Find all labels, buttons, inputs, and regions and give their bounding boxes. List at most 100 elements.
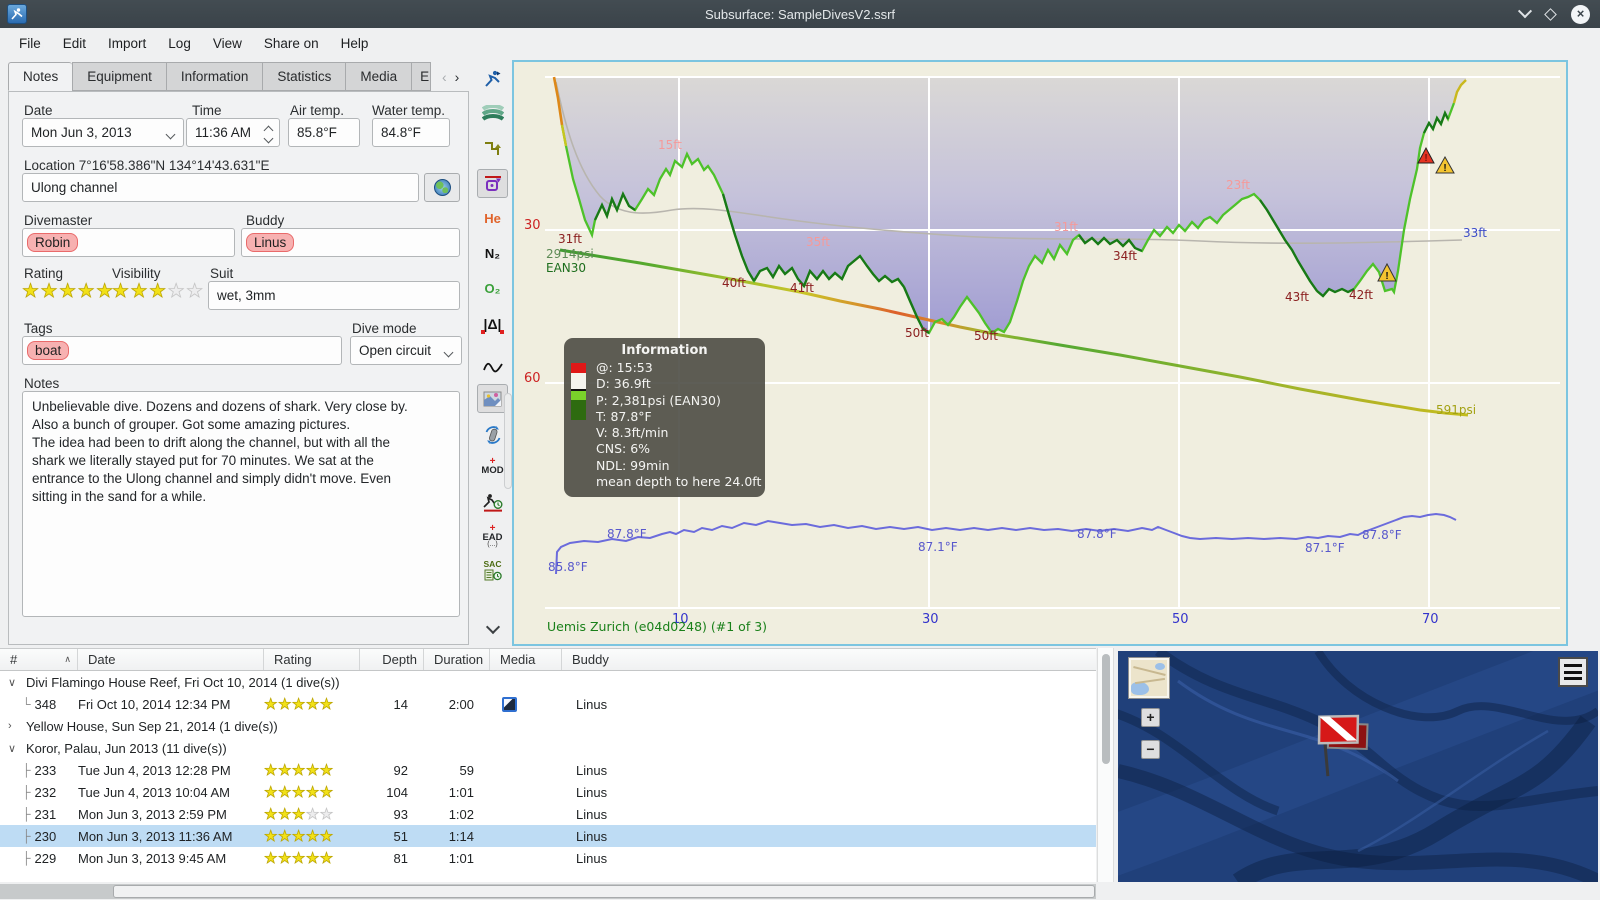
tooltip-title: Information <box>621 343 708 358</box>
column-header-number[interactable]: # ∧ <box>0 649 78 670</box>
tags-input[interactable]: boat <box>22 336 342 365</box>
visibility-stars[interactable]: ★★★★★ <box>112 280 205 303</box>
map-location-button[interactable] <box>424 173 460 202</box>
expander-icon[interactable]: › <box>8 720 20 732</box>
dive-number: 232 <box>34 784 57 800</box>
tab[interactable]: Statistics <box>262 62 346 91</box>
maximize-icon[interactable] <box>1544 7 1557 21</box>
dive-site-map[interactable]: + − <box>1118 651 1598 882</box>
tab[interactable]: E <box>411 62 432 91</box>
dc-ceiling-button[interactable] <box>477 169 508 198</box>
location-label: Location 7°16'58.386"N 134°14'43.631"E <box>24 158 270 173</box>
dc-reported-ceiling-button[interactable] <box>477 487 508 516</box>
water-temp-field[interactable]: 84.8°F <box>372 118 450 147</box>
menu-item[interactable]: Help <box>330 31 380 56</box>
delta-pressure-button[interactable]: |Δ| <box>477 309 508 338</box>
dive-row[interactable]: ├ 229 Mon Jun 3, 2013 9:45 AM ★★★★★ 81 1:… <box>0 847 1096 869</box>
column-header-duration[interactable]: Duration <box>424 649 490 670</box>
tooltip-row: CNS: 6% <box>596 441 651 457</box>
column-header-media[interactable]: Media <box>490 649 562 670</box>
dive-row[interactable]: ├ 230 Mon Jun 3, 2013 11:36 AM ★★★★★ 51 1… <box>0 825 1096 847</box>
chart-label: 50ft <box>905 326 929 340</box>
nitrogen-button[interactable]: N₂ <box>477 239 508 268</box>
air-temp-field[interactable]: 85.8°F <box>288 118 360 147</box>
close-icon[interactable]: × <box>1571 4 1590 24</box>
dive-row[interactable]: └ 348 Fri Oct 10, 2014 12:34 PM ★★★★★ 14 … <box>0 693 1096 715</box>
toolbar-scroll-down-button[interactable] <box>477 612 508 641</box>
map-zoom-out-button[interactable]: − <box>1141 740 1160 759</box>
menu-bar: File Edit Import Log View Share on Help <box>0 28 1600 59</box>
thumb-water <box>1131 682 1149 695</box>
tooltip-row: V: 8.3ft/min <box>596 425 669 440</box>
tab[interactable]: Information <box>165 62 263 91</box>
chart-label: 41ft <box>790 281 814 295</box>
chart-label: 35ft <box>806 235 830 249</box>
menu-item[interactable]: Share on <box>253 31 330 56</box>
expander-icon[interactable]: ∨ <box>8 676 20 689</box>
tag-boat[interactable]: boat <box>27 341 70 360</box>
trip-row[interactable]: ∨ Divi Flamingo House Reef, Fri Oct 10, … <box>0 671 1096 693</box>
buddy-tag[interactable]: Linus <box>246 233 295 252</box>
ead-button[interactable]: + EAD (...) <box>477 522 508 551</box>
map-type-selector[interactable] <box>1128 657 1170 699</box>
dive-computer-credit: Uemis Zurich (e04d0248) (#1 of 3) <box>547 619 768 634</box>
buddy-input[interactable]: Linus <box>241 228 460 257</box>
tab-scroll-right-icon[interactable]: › <box>455 69 460 85</box>
chart-label: 30 <box>922 612 939 627</box>
date-select[interactable]: Mon Jun 3, 2013 <box>22 118 184 147</box>
column-header-date[interactable]: Date <box>78 649 264 670</box>
menu-item[interactable]: Log <box>157 31 202 56</box>
media-thumbnail-icon[interactable] <box>502 696 517 712</box>
heartrate-button[interactable] <box>477 352 508 381</box>
tab[interactable]: Notes <box>8 62 73 91</box>
oxygen-button[interactable]: O₂ <box>477 274 508 303</box>
dive-row[interactable]: ├ 231 Mon Jun 3, 2013 2:59 PM ★★★★★ 93 1:… <box>0 803 1096 825</box>
menu-item[interactable]: Edit <box>52 31 97 56</box>
time-stepper[interactable]: 11:36 AM <box>186 118 280 147</box>
chevron-down-icon <box>165 129 176 140</box>
dive-list-rows: ∨ Divi Flamingo House Reef, Fri Oct 10, … <box>0 671 1096 869</box>
column-header-depth[interactable]: Depth <box>360 649 424 670</box>
trip-row[interactable]: › Yellow House, Sun Sep 21, 2014 (1 dive… <box>0 715 1096 737</box>
tab[interactable]: Equipment <box>72 62 166 91</box>
spinner-arrows-icon[interactable] <box>263 123 274 144</box>
map-zoom-in-button[interactable]: + <box>1141 708 1160 727</box>
tab-scroll-left-icon[interactable]: ‹ <box>442 69 447 85</box>
expander-icon[interactable]: ∨ <box>8 742 20 755</box>
minimize-icon[interactable] <box>1517 4 1533 19</box>
dive-list-horizontal-scrollbar[interactable] <box>0 884 1096 899</box>
trip-row[interactable]: ∨ Koror, Palau, Jun 2013 (11 dive(s)) <box>0 737 1096 759</box>
dive-computer-button[interactable] <box>477 64 508 93</box>
menu-item[interactable]: View <box>202 31 253 56</box>
chart-label: 87.8°F <box>1362 528 1402 542</box>
suit-input[interactable]: wet, 3mm <box>208 281 460 310</box>
map-menu-button[interactable] <box>1558 657 1588 687</box>
scrollbar-handle[interactable] <box>1102 654 1110 764</box>
dive-row[interactable]: ├ 233 Tue Jun 4, 2013 12:28 PM ★★★★★ 92 5… <box>0 759 1096 781</box>
dive-list-header: # ∧ Date Rating Depth Duration Media Budd… <box>0 649 1096 671</box>
ceiling-button[interactable] <box>477 134 508 163</box>
location-input[interactable]: Ulong channel <box>22 173 419 202</box>
notes-textarea[interactable]: Unbelievable dive. Dozens and dozens of … <box>22 391 460 617</box>
title-bar[interactable]: Subsurface: SampleDivesV2.ssrf × <box>0 0 1600 28</box>
menu-item[interactable]: File <box>8 31 52 56</box>
chart-label: 34ft <box>1113 249 1137 263</box>
divemaster-tag[interactable]: Robin <box>27 233 79 252</box>
dive-row[interactable]: ├ 232 Tue Jun 4, 2013 10:04 AM ★★★★★ 104 … <box>0 781 1096 803</box>
column-header-buddy[interactable]: Buddy <box>562 649 1096 670</box>
waves-button[interactable] <box>477 99 508 128</box>
dive-depth: 51 <box>393 828 408 844</box>
sac-button[interactable]: SAC <box>477 556 508 585</box>
dive-mode-select[interactable]: Open circuit <box>350 336 462 365</box>
dive-number: 231 <box>34 806 57 822</box>
splitter-handle[interactable] <box>504 393 512 489</box>
rating-stars[interactable]: ★★★★★ <box>22 280 115 303</box>
column-header-rating[interactable]: Rating <box>264 649 360 670</box>
tab[interactable]: Media <box>345 62 412 91</box>
divemaster-input[interactable]: Robin <box>22 228 235 257</box>
menu-item[interactable]: Import <box>97 31 157 56</box>
tree-branch-icon: ├ <box>22 763 31 777</box>
scrollbar-handle[interactable] <box>113 885 1095 898</box>
dive-list-vertical-scrollbar[interactable] <box>1097 648 1114 882</box>
helium-button[interactable]: He <box>477 204 508 233</box>
